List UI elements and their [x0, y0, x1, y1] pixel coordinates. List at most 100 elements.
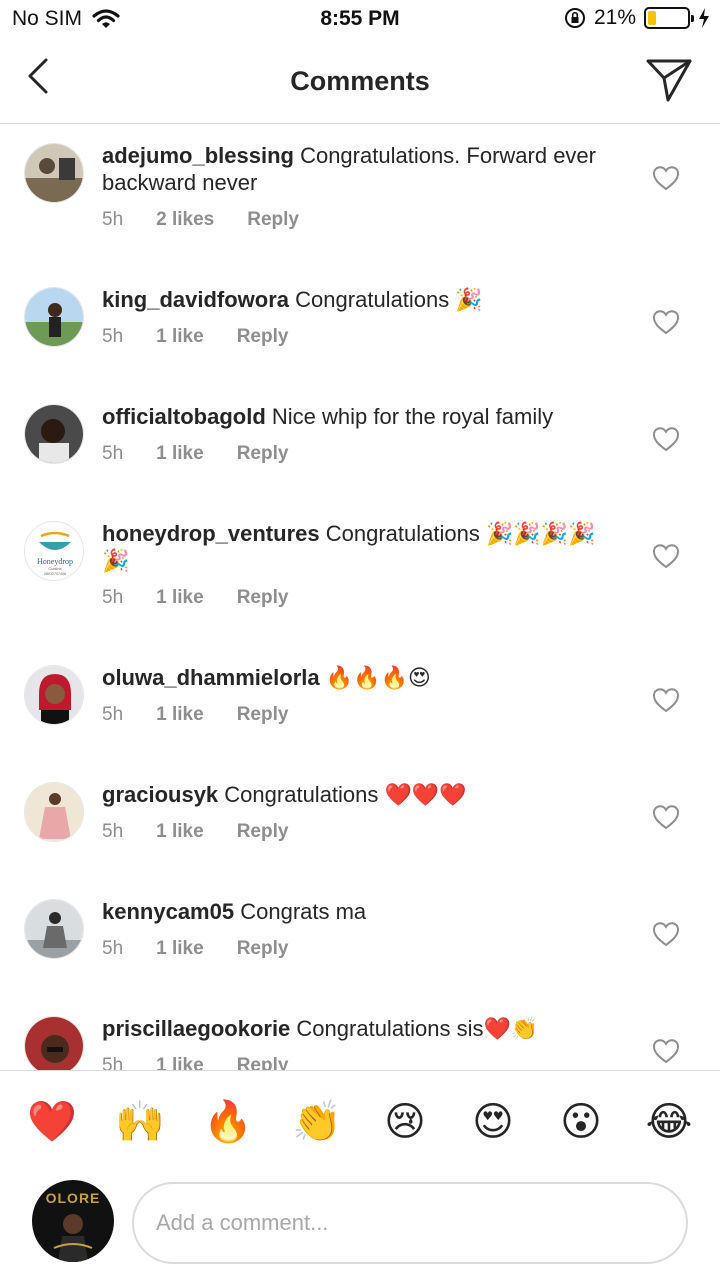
- avatar[interactable]: [24, 782, 84, 842]
- comment-message: Congratulations 🎉: [295, 287, 483, 312]
- comment-message: Congrats ma: [240, 899, 367, 924]
- heart-icon[interactable]: [652, 309, 680, 335]
- my-avatar-photo: [53, 1214, 93, 1262]
- comment-message: Congratulations sis❤️👏: [296, 1016, 539, 1041]
- comment-time: 5h: [102, 326, 124, 347]
- heart-icon[interactable]: [652, 921, 680, 947]
- comment-meta: 5h 1 like Reply: [102, 938, 288, 960]
- comment-likes[interactable]: 1 like: [156, 326, 204, 348]
- reaction-raising-hands-emoji[interactable]: 🙌: [115, 1097, 165, 1147]
- comment-username[interactable]: priscillaegookorie: [102, 1016, 290, 1041]
- reply-button[interactable]: Reply: [237, 587, 289, 609]
- comment-text: graciousyk Congratulations ❤️❤️❤️: [102, 781, 602, 808]
- orientation-lock-icon: [564, 8, 585, 28]
- reply-button[interactable]: Reply: [237, 938, 289, 960]
- comment-item: priscillaegookorie Congratulations sis❤️…: [0, 998, 720, 1070]
- avatar-photo: [25, 666, 83, 724]
- comment-likes[interactable]: 1 like: [156, 821, 204, 843]
- avatar[interactable]: Honeydrop Cuisine 08032707408: [24, 521, 84, 581]
- comment-item: oluwa_dhammielorla 🔥🔥🔥😍 5h 1 like Reply: [0, 647, 720, 764]
- avatar[interactable]: [24, 665, 84, 725]
- honeydrop-phone: 08032707408: [44, 572, 66, 576]
- battery-percent: 21%: [593, 6, 636, 29]
- reaction-heart-eyes-emoji[interactable]: 😍: [468, 1097, 518, 1147]
- avatar-photo: [25, 1017, 83, 1070]
- heart-icon[interactable]: [652, 165, 680, 191]
- comment-time: 5h: [102, 443, 124, 464]
- comment-item: adejumo_blessing Congratulations. Forwar…: [0, 125, 720, 269]
- comment-meta: 5h 1 like Reply: [102, 587, 288, 609]
- comment-message: 🔥🔥🔥😍: [325, 665, 431, 690]
- reaction-laughing-emoji[interactable]: 😂: [644, 1097, 694, 1147]
- avatar[interactable]: [24, 1016, 84, 1070]
- comment-likes[interactable]: 2 likes: [156, 209, 214, 231]
- comment-username[interactable]: honeydrop_ventures: [102, 521, 320, 546]
- reply-button[interactable]: Reply: [247, 209, 299, 231]
- reaction-surprised-emoji[interactable]: 😮: [556, 1097, 606, 1147]
- avatar[interactable]: [24, 404, 84, 464]
- charging-bolt-icon: [699, 8, 709, 28]
- reaction-crying-emoji[interactable]: 😢: [380, 1097, 430, 1147]
- status-right: 21%: [564, 6, 710, 30]
- comment-meta: 5h 1 like Reply: [102, 326, 288, 348]
- avatar-photo: [25, 405, 83, 463]
- reply-button[interactable]: Reply: [237, 704, 289, 726]
- comment-text: king_davidfowora Congratulations 🎉: [102, 286, 602, 313]
- comment-item: king_davidfowora Congratulations 🎉 5h 1 …: [0, 269, 720, 386]
- comment-likes[interactable]: 1 like: [156, 938, 204, 960]
- comment-item: officialtobagold Nice whip for the royal…: [0, 386, 720, 503]
- heart-icon[interactable]: [652, 1038, 680, 1064]
- reply-button[interactable]: Reply: [237, 1055, 289, 1070]
- reply-button[interactable]: Reply: [237, 443, 289, 465]
- comment-username[interactable]: graciousyk: [102, 782, 218, 807]
- comment-text: adejumo_blessing Congratulations. Forwar…: [102, 142, 602, 196]
- honeydrop-logo: Honeydrop Cuisine 08032707408: [25, 522, 83, 580]
- reply-button[interactable]: Reply: [237, 821, 289, 843]
- comment-meta: 5h 2 likes Reply: [102, 209, 299, 231]
- comment-username[interactable]: adejumo_blessing: [102, 143, 294, 168]
- comment-likes[interactable]: 1 like: [156, 704, 204, 726]
- avatar-photo: [25, 900, 83, 958]
- avatar-photo: [25, 288, 83, 346]
- honeydrop-sub: Cuisine: [48, 566, 62, 571]
- avatar[interactable]: [24, 287, 84, 347]
- avatar[interactable]: [24, 143, 84, 203]
- reaction-fire-emoji[interactable]: 🔥: [203, 1097, 253, 1147]
- comment-time: 5h: [102, 587, 124, 608]
- reaction-bar: ❤️ 🙌 🔥 👏 😢 😍 😮 😂: [0, 1070, 720, 1174]
- heart-icon[interactable]: [652, 687, 680, 713]
- heart-icon[interactable]: [652, 426, 680, 452]
- comment-time: 5h: [102, 1055, 124, 1070]
- comments-list[interactable]: adejumo_blessing Congratulations. Forwar…: [0, 125, 720, 1070]
- honeydrop-brand: Honeydrop: [37, 557, 73, 566]
- battery-fill: [648, 11, 657, 25]
- avatar[interactable]: [24, 899, 84, 959]
- comment-input[interactable]: [132, 1182, 688, 1264]
- paper-plane-icon[interactable]: [644, 54, 694, 104]
- comment-message: Nice whip for the royal family: [271, 404, 554, 429]
- comment-text: officialtobagold Nice whip for the royal…: [102, 403, 602, 430]
- comment-likes[interactable]: 1 like: [156, 587, 204, 609]
- heart-icon[interactable]: [652, 804, 680, 830]
- reaction-heart-emoji[interactable]: ❤️: [27, 1097, 77, 1147]
- comment-time: 5h: [102, 938, 124, 959]
- avatar-photo: [25, 144, 83, 202]
- comment-username[interactable]: kennycam05: [102, 899, 234, 924]
- comment-time: 5h: [102, 209, 124, 230]
- comment-text: oluwa_dhammielorla 🔥🔥🔥😍: [102, 664, 602, 691]
- comment-likes[interactable]: 1 like: [156, 1055, 204, 1070]
- comment-username[interactable]: king_davidfowora: [102, 287, 289, 312]
- comment-username[interactable]: oluwa_dhammielorla: [102, 665, 320, 690]
- comment-likes[interactable]: 1 like: [156, 443, 204, 465]
- comment-meta: 5h 1 like Reply: [102, 1055, 288, 1070]
- comment-time: 5h: [102, 821, 124, 842]
- reply-button[interactable]: Reply: [237, 326, 289, 348]
- comment-username[interactable]: officialtobagold: [102, 404, 266, 429]
- comment-text: kennycam05 Congrats ma: [102, 898, 602, 925]
- comment-composer: OLORE: [0, 1174, 720, 1280]
- reaction-clapping-emoji[interactable]: 👏: [292, 1097, 342, 1147]
- heart-icon[interactable]: [652, 543, 680, 569]
- comment-text: honeydrop_ventures Congratulations 🎉🎉🎉🎉🎉: [102, 520, 602, 574]
- battery-tip: [691, 15, 694, 22]
- comment-meta: 5h 1 like Reply: [102, 443, 288, 465]
